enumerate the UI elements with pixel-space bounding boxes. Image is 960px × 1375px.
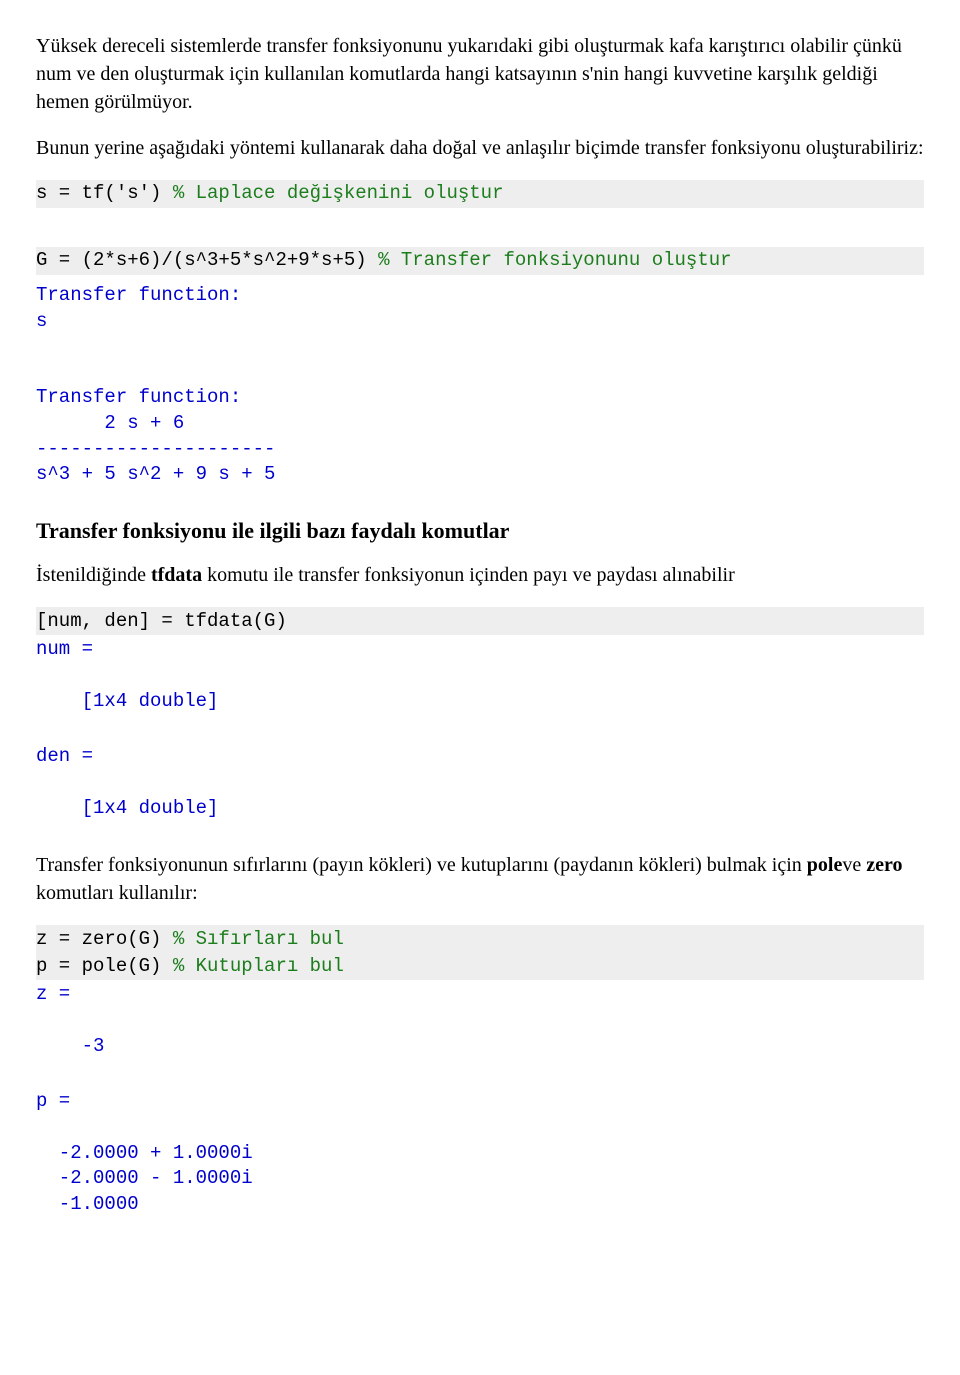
paragraph-2: Bunun yerine aşağıdaki yöntemi kullanara… [36, 134, 924, 162]
output-block-3a: z = -3 [36, 982, 924, 1059]
bold-term: tfdata [151, 564, 202, 586]
paragraph-3: İstenildiğinde tfdata komutu ile transfe… [36, 561, 924, 589]
paragraph-1: Yüksek dereceli sistemlerde transfer fon… [36, 32, 924, 116]
code-comment: % Laplace değişkenini oluştur [173, 182, 504, 204]
section-heading: Transfer fonksiyonu ile ilgili bazı fayd… [36, 516, 924, 547]
code-cmd: G = (2*s+6)/(s^3+5*s^2+9*s+5) [36, 249, 378, 271]
output-block-2a: num = [1x4 double] [36, 637, 924, 714]
output-block-2b: den = [1x4 double] [36, 744, 924, 821]
code-cmd: z = zero(G) [36, 928, 173, 950]
output-block-3b: p = -2.0000 + 1.0000i -2.0000 - 1.0000i … [36, 1089, 924, 1217]
output-block-1: Transfer function: s Transfer function: … [36, 283, 924, 488]
code-cmd: p = pole(G) [36, 955, 173, 977]
paragraph-4: Transfer fonksiyonunun sıfırlarını (payı… [36, 851, 924, 907]
code-block-3: z = zero(G) % Sıfırları bul p = pole(G) … [36, 925, 924, 980]
code-block-2: [num, den] = tfdata(G) [36, 607, 924, 636]
code-cmd: s = tf('s') [36, 182, 173, 204]
code-comment: % Kutupları bul [173, 955, 344, 977]
bold-term: pole [807, 854, 843, 876]
code-block-1: s = tf('s') % Laplace değişkenini oluştu… [36, 180, 924, 275]
code-comment: % Transfer fonksiyonunu oluştur [378, 249, 731, 271]
code-comment: % Sıfırları bul [173, 928, 344, 950]
bold-term: zero [866, 854, 902, 876]
